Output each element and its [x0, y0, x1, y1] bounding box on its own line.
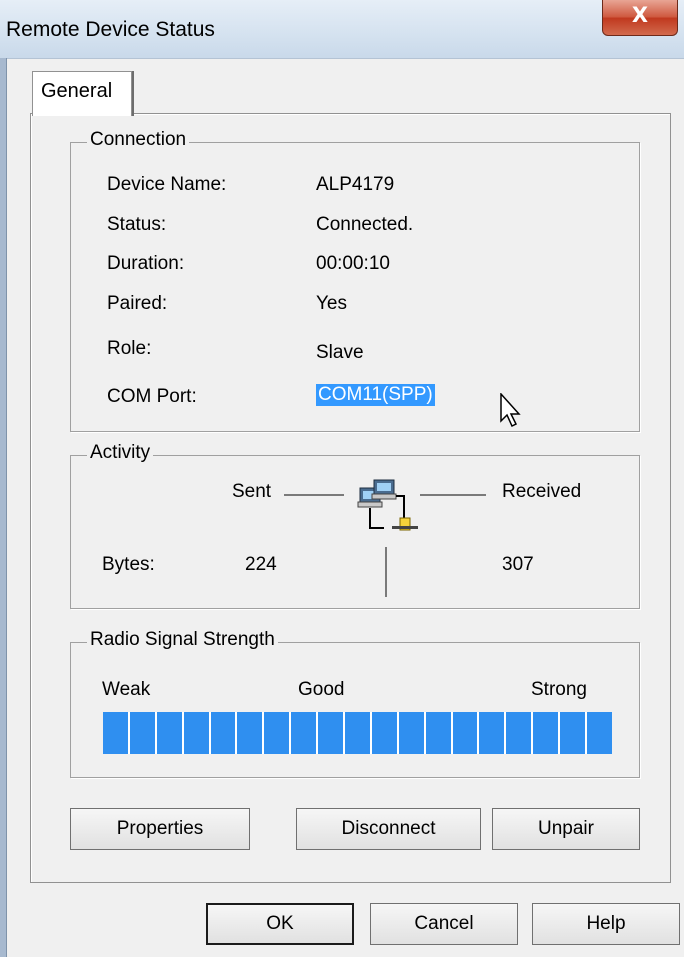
role-label: Role:	[107, 338, 152, 359]
com-port-label: COM Port:	[107, 386, 197, 407]
paired-value: Yes	[316, 293, 347, 314]
signal-segment	[103, 712, 128, 754]
duration-value: 00:00:10	[316, 253, 390, 274]
signal-segment	[452, 712, 478, 754]
signal-segment	[560, 712, 586, 754]
window-frame-left	[0, 58, 7, 957]
bytes-received-value: 307	[502, 554, 534, 575]
window-title: Remote Device Status	[6, 18, 215, 41]
properties-button[interactable]: Properties	[70, 808, 250, 850]
close-button[interactable]: X	[602, 0, 678, 36]
signal-weak-label: Weak	[102, 679, 151, 700]
device-name-value: ALP4179	[316, 174, 395, 195]
received-label: Received	[502, 481, 582, 502]
signal-segment	[398, 712, 424, 754]
signal-segment	[425, 712, 451, 754]
signal-segment	[479, 712, 505, 754]
signal-segment	[318, 712, 344, 754]
signal-segment	[237, 712, 263, 754]
sent-label: Sent	[232, 481, 272, 502]
tab-general-label: General	[41, 80, 113, 102]
paired-label: Paired:	[107, 293, 168, 314]
unpair-button[interactable]: Unpair	[492, 808, 640, 850]
signal-segment	[533, 712, 559, 754]
ok-button[interactable]: OK	[206, 903, 354, 945]
activity-group: Activity	[70, 442, 640, 609]
bytes-label: Bytes:	[102, 554, 155, 575]
close-icon: X	[631, 3, 649, 27]
signal-segment	[587, 712, 612, 754]
signal-segment	[371, 712, 397, 754]
sent-connector-line	[284, 494, 344, 496]
signal-strength-group: Radio Signal Strength	[70, 629, 640, 778]
signal-segment	[264, 712, 290, 754]
role-value: Slave	[316, 342, 364, 363]
help-button[interactable]: Help	[532, 903, 680, 945]
signal-strength-meter	[103, 712, 612, 754]
connection-group-title: Connection	[87, 129, 190, 151]
com-port-value[interactable]: COM11(SPP)	[316, 384, 435, 406]
duration-label: Duration:	[107, 253, 185, 274]
mouse-cursor-icon	[500, 393, 521, 428]
disconnect-button[interactable]: Disconnect	[296, 808, 481, 850]
signal-segment	[129, 712, 155, 754]
signal-segment	[345, 712, 370, 754]
signal-good-label: Good	[298, 679, 345, 700]
network-computers-icon	[357, 479, 418, 531]
signal-segment	[506, 712, 532, 754]
activity-group-title: Activity	[87, 442, 154, 464]
signal-segment	[183, 712, 209, 754]
signal-strength-group-title: Radio Signal Strength	[87, 629, 278, 651]
title-bar: Remote Device Status X	[0, 0, 684, 59]
tab-general[interactable]: General	[32, 71, 132, 116]
bytes-sent-value: 224	[245, 554, 277, 575]
received-connector-line	[420, 494, 486, 496]
signal-segment	[210, 712, 236, 754]
status-label: Status:	[107, 214, 167, 235]
signal-segment	[156, 712, 182, 754]
status-value: Connected.	[316, 214, 414, 235]
signal-segment	[291, 712, 317, 754]
activity-divider-line	[385, 547, 387, 597]
signal-strong-label: Strong	[531, 679, 587, 700]
cancel-button[interactable]: Cancel	[370, 903, 518, 945]
device-name-label: Device Name:	[107, 174, 227, 195]
